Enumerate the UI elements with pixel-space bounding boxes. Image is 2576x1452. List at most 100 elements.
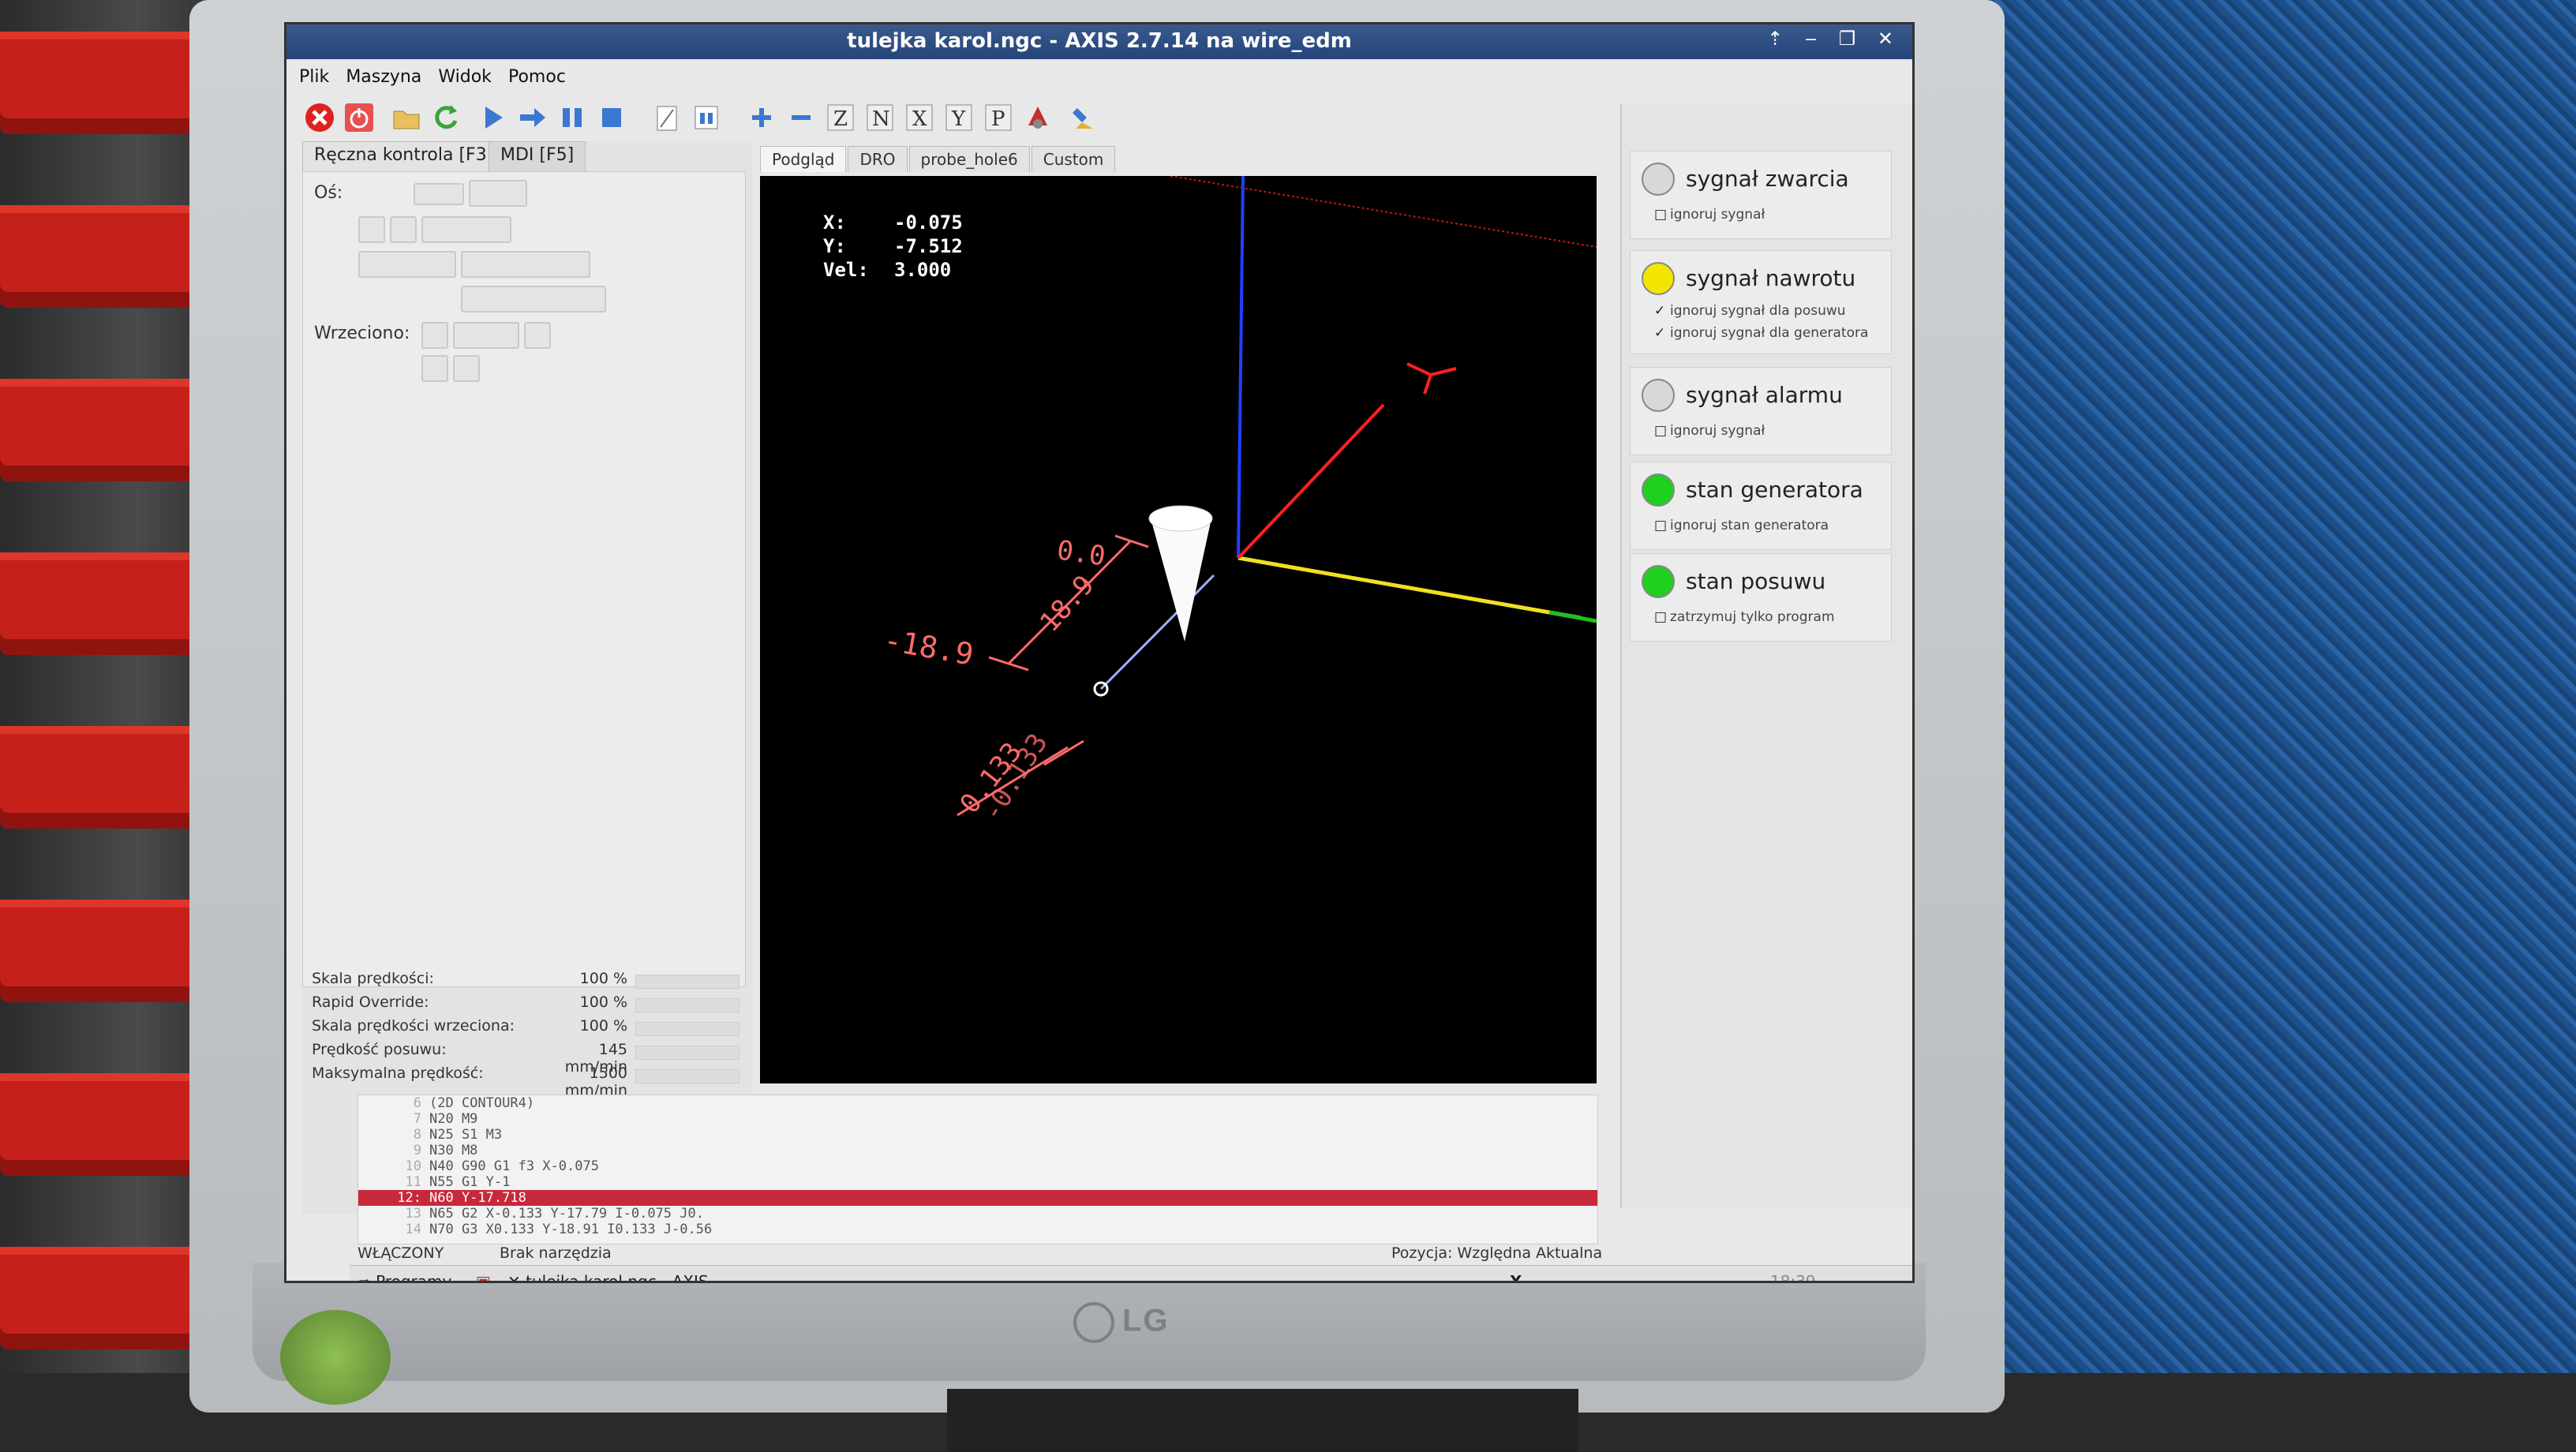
svg-text:X: X (912, 107, 927, 131)
max-velocity-slider[interactable] (635, 1069, 739, 1083)
start-button[interactable]: ➦ Programy (358, 1272, 451, 1281)
view-p-icon[interactable]: P (981, 102, 1016, 137)
zoom-in-icon[interactable] (744, 102, 779, 137)
menu-bar: Plik Maszyna Widok Pomoc (286, 59, 1912, 94)
axis-selector[interactable] (469, 180, 527, 207)
signal-alarm-ignore-checkbox[interactable]: □ ignoruj sygnał (1654, 423, 1765, 439)
estop-icon[interactable] (302, 102, 337, 137)
menu-widok[interactable]: Widok (438, 67, 492, 87)
toolpath-line (1099, 574, 1215, 690)
signal-retract-ignore-feed-checkbox[interactable]: ✓ ignoruj sygnał dla posuwu (1654, 303, 1846, 319)
sticker (280, 1310, 391, 1405)
jog-speed-slider[interactable] (635, 1046, 739, 1060)
tab-dro[interactable]: DRO (848, 146, 908, 172)
jog-plus-button[interactable] (390, 216, 417, 243)
code-line[interactable]: 8 N25 S1 M3 (358, 1127, 1597, 1143)
spindle-ccw-button[interactable] (421, 322, 448, 349)
block-delete-icon[interactable] (650, 102, 684, 137)
jog-minus-button[interactable] (358, 216, 385, 243)
retract-led-icon (1642, 262, 1675, 295)
stop-icon[interactable] (594, 102, 629, 137)
taskbar-window-button[interactable]: ✕ tulejka karol.ngc - AXIS ... (507, 1272, 728, 1281)
touch-off-button[interactable] (461, 251, 590, 278)
menu-maszyna[interactable]: Maszyna (346, 67, 421, 87)
code-line[interactable]: 6 (2D CONTOUR4) (358, 1095, 1597, 1111)
axis-label: Oś: (314, 183, 343, 203)
menu-plik[interactable]: Plik (299, 67, 329, 87)
run-icon[interactable] (476, 102, 511, 137)
checkbox-icon: □ (1654, 609, 1668, 625)
spindle-cw-button[interactable] (524, 322, 551, 349)
spindle-stop-button[interactable] (453, 322, 519, 349)
x-tray-icon[interactable]: X (1510, 1272, 1522, 1281)
title-bar: tulejka karol.ngc - AXIS 2.7.14 na wire_… (286, 24, 1912, 59)
toolbar: Z N X Y P (286, 94, 1612, 146)
override-limits-button[interactable] (461, 286, 606, 312)
tab-probe-hole6[interactable]: probe_hole6 (908, 146, 1030, 172)
preview-tabs: Podgląd DRO probe_hole6 Custom (760, 146, 1117, 174)
window-controls[interactable]: ⇡ ‒ ❐ ✕ (1767, 28, 1901, 50)
code-line-active[interactable]: 12: N60 Y-17.718 (358, 1190, 1597, 1206)
code-line[interactable]: 7 N20 M9 (358, 1111, 1597, 1127)
reload-icon[interactable] (429, 102, 463, 137)
y-axis-line (1237, 403, 1385, 559)
signal-generator-ignore-checkbox[interactable]: □ ignoruj stan generatora (1654, 518, 1829, 533)
open-file-icon[interactable] (389, 102, 424, 137)
rapid-override-label: Rapid Override: (312, 994, 429, 1011)
menu-pomoc[interactable]: Pomoc (508, 67, 566, 87)
clear-plot-icon[interactable] (1068, 102, 1103, 137)
app-launcher-icon[interactable]: ▣ (476, 1272, 491, 1281)
spindle-override-slider[interactable] (635, 1022, 739, 1036)
tab-manual-control[interactable]: Ręczna kontrola [F3] (302, 141, 506, 175)
signal-generator-name: stan generatora (1686, 477, 1863, 503)
view-y-icon[interactable]: Y (942, 102, 976, 137)
code-line[interactable]: 14 N70 G3 X0.133 Y-18.91 I0.133 J-0.56 (358, 1222, 1597, 1237)
rotate-view-icon[interactable] (1020, 102, 1055, 137)
toolpath-preview[interactable]: 0.0 18.9 -18.9 0.133 -0.133 X: -0.075 Y: -… (760, 176, 1597, 1083)
feed-override-row: Skala prędkości: 100 % (312, 970, 739, 994)
code-line[interactable]: 11 N55 G1 Y-1 (358, 1174, 1597, 1190)
signal-feed: stan posuwu □ zatrzymuj tylko program (1630, 553, 1892, 642)
checkbox-icon: □ (1654, 423, 1668, 439)
power-icon[interactable] (342, 102, 376, 137)
rapid-override-slider[interactable] (635, 998, 739, 1012)
spindle-slower-button[interactable] (421, 355, 448, 382)
tool-status: Brak narzędzia (500, 1244, 612, 1262)
view-x-icon[interactable]: X (902, 102, 937, 137)
checkbox-icon: □ (1654, 518, 1668, 533)
clock: 18:39 (1770, 1272, 1816, 1283)
home-button[interactable] (358, 251, 456, 278)
rapid-override-value: 100 % (579, 994, 627, 1011)
feed-override-slider[interactable] (635, 975, 739, 989)
axis-radio[interactable] (414, 183, 464, 205)
y-axis-letter-icon (1406, 362, 1457, 395)
signal-short-ignore-checkbox[interactable]: □ ignoruj sygnał (1654, 207, 1765, 223)
dro-vel-value: 3.000 (894, 259, 952, 281)
tab-preview[interactable]: Podgląd (760, 146, 847, 172)
spindle-faster-button[interactable] (453, 355, 480, 382)
code-line[interactable]: 9 N30 M8 (358, 1143, 1597, 1158)
signal-feed-stop-program-checkbox[interactable]: □ zatrzymuj tylko program (1654, 609, 1835, 625)
step-icon[interactable] (515, 102, 550, 137)
dro-x-label: X: (823, 211, 846, 234)
dro-x-value: -0.075 (894, 211, 963, 234)
feed-led-icon (1642, 565, 1675, 598)
signal-short: sygnał zwarcia □ ignoruj sygnał (1630, 151, 1892, 239)
view-z2-icon[interactable]: N (863, 102, 897, 137)
axis-window: tulejka karol.ngc - AXIS 2.7.14 na wire_… (284, 22, 1915, 1283)
zoom-out-icon[interactable] (784, 102, 818, 137)
pause-icon[interactable] (555, 102, 590, 137)
view-z-icon[interactable]: Z (823, 102, 858, 137)
code-line[interactable]: 10 N40 G90 G1 f3 X-0.075 (358, 1158, 1597, 1174)
dro-overlay: X: -0.075 Y: -7.512 Vel: 3.000 (823, 211, 963, 282)
jog-increment-select[interactable] (421, 216, 511, 243)
checkbox-icon: □ (1654, 207, 1668, 223)
code-line[interactable]: 13 N65 G2 X-0.133 Y-17.79 I-0.075 J0. (358, 1206, 1597, 1222)
gcode-listing[interactable]: 6 (2D CONTOUR4) 7 N20 M9 8 N25 S1 M3 9 N30 M… (358, 1095, 1598, 1244)
spindle-label: Wrzeciono: (314, 324, 410, 343)
optional-stop-icon[interactable] (689, 102, 724, 137)
signal-retract-ignore-generator-checkbox[interactable]: ✓ ignoruj sygnał dla generatora (1654, 325, 1868, 341)
signal-alarm: sygnał alarmu □ ignoruj sygnał (1630, 367, 1892, 455)
tab-mdi[interactable]: MDI [F5] (489, 141, 586, 175)
tab-custom[interactable]: Custom (1031, 146, 1116, 172)
